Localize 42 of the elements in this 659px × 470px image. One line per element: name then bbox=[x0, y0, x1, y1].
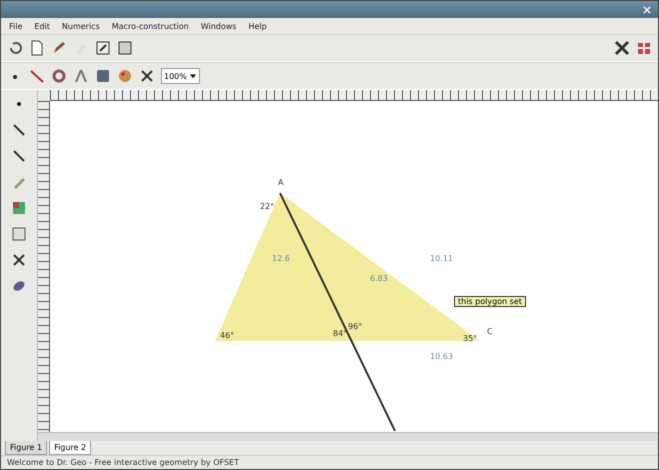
tab[interactable]: Figure 2 bbox=[49, 441, 92, 455]
segment-icon[interactable] bbox=[11, 148, 27, 164]
length-label: 6.83 bbox=[370, 274, 388, 283]
status-text: Welcome to Dr. Geo - Free interactive geometry by OFSET bbox=[1, 455, 658, 469]
angle-label: 46° bbox=[220, 331, 234, 340]
new-file-icon[interactable] bbox=[29, 40, 45, 56]
vertex-label: C bbox=[487, 327, 493, 336]
length-label: 12.6 bbox=[272, 254, 290, 263]
menu-item[interactable]: Macro-construction bbox=[112, 22, 189, 30]
tab[interactable]: Figure 1 bbox=[5, 441, 48, 455]
pencil-icon[interactable] bbox=[51, 40, 67, 56]
menu-item[interactable]: Edit bbox=[34, 22, 50, 30]
angle-label: 96° bbox=[348, 322, 362, 331]
angle-label: 84° bbox=[333, 329, 348, 338]
delete-icon[interactable] bbox=[139, 68, 155, 84]
menu-item[interactable]: File bbox=[9, 22, 22, 30]
menu-item[interactable]: Windows bbox=[200, 22, 236, 30]
chart-icon[interactable] bbox=[11, 200, 27, 216]
image-icon[interactable] bbox=[11, 226, 27, 242]
line-size-dropdown[interactable]: 100% bbox=[161, 68, 200, 84]
angle-label: 22° bbox=[260, 202, 274, 211]
close-icon[interactable] bbox=[642, 4, 652, 14]
compass-icon[interactable] bbox=[73, 68, 89, 84]
menu-item[interactable]: Help bbox=[248, 22, 267, 30]
size-value: 100% bbox=[164, 72, 187, 80]
tooltip: this polygon set bbox=[454, 296, 526, 307]
line-icon[interactable] bbox=[29, 68, 45, 84]
caret-icon bbox=[188, 72, 197, 80]
window-icon[interactable] bbox=[117, 40, 133, 56]
circle-icon[interactable] bbox=[51, 68, 67, 84]
vertex-label: A bbox=[278, 178, 284, 187]
segment-icon[interactable] bbox=[11, 122, 27, 138]
length-label: 10.63 bbox=[430, 352, 453, 361]
tools-icon[interactable] bbox=[614, 40, 630, 56]
edit-icon[interactable] bbox=[95, 40, 111, 56]
palette-icon[interactable] bbox=[117, 68, 133, 84]
delete-icon[interactable] bbox=[11, 252, 27, 268]
menu-item[interactable]: Numerics bbox=[62, 22, 100, 30]
angle-label: 35° bbox=[463, 334, 478, 343]
undo-icon[interactable] bbox=[7, 40, 23, 56]
scrollbar[interactable] bbox=[38, 432, 658, 441]
length-label: 10.11 bbox=[430, 254, 453, 263]
